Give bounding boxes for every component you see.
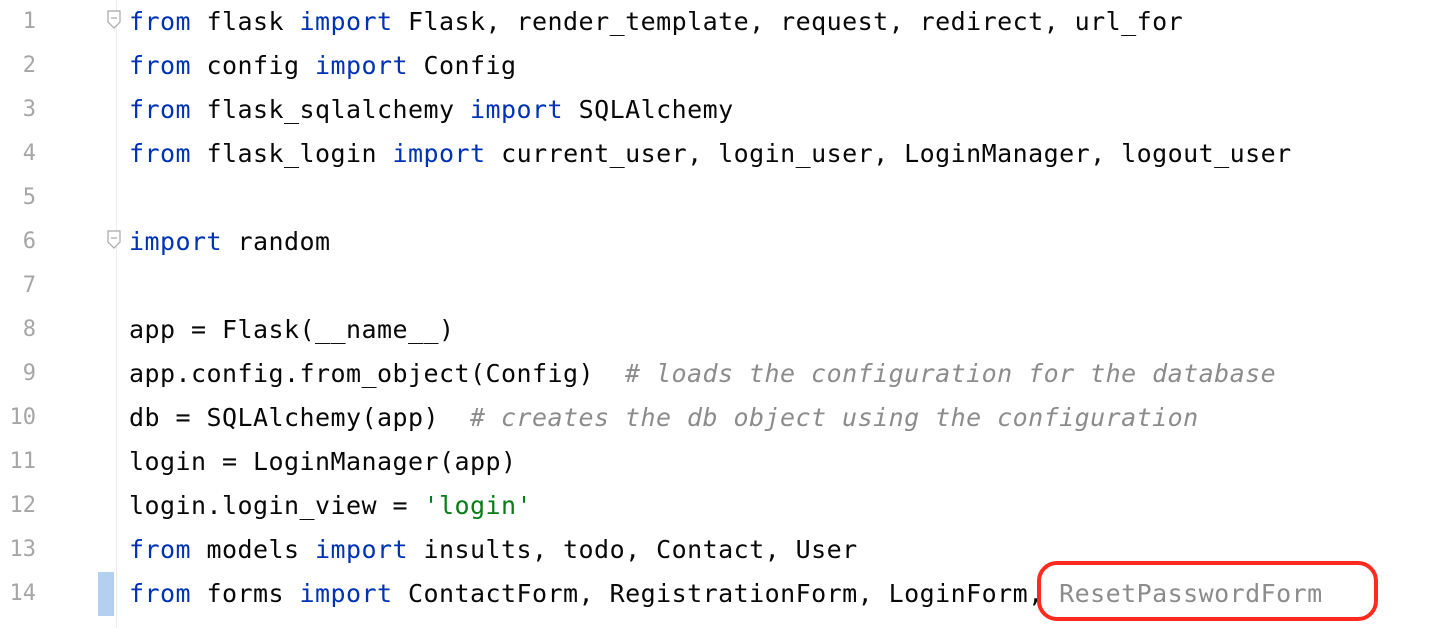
code-line[interactable]: 11 login = LoginManager(app) bbox=[0, 440, 1442, 484]
line-number: 13 bbox=[9, 537, 37, 562]
code-line[interactable]: 4 from flask_login import current_user, l… bbox=[0, 132, 1442, 176]
code-token: app.config.from_object(Config) bbox=[129, 359, 626, 388]
line-number: 11 bbox=[9, 449, 37, 474]
current-line-marker bbox=[98, 572, 114, 616]
code-token: app = Flask(__name__) bbox=[129, 315, 455, 344]
keyword-token: import bbox=[315, 535, 409, 564]
code-token: login.login_view = bbox=[129, 491, 424, 520]
code-token: current_user, login_user, LoginManager, … bbox=[485, 139, 1292, 168]
highlight-annotation-box bbox=[1037, 561, 1378, 621]
fold-icon[interactable] bbox=[107, 230, 121, 250]
line-number: 3 bbox=[22, 97, 36, 122]
line-number: 12 bbox=[9, 493, 37, 518]
keyword-token: from bbox=[129, 7, 192, 36]
code-line[interactable]: 9 app.config.from_object(Config) # loads … bbox=[0, 352, 1442, 396]
code-editor[interactable]: 1 from flask import Flask, render_templat… bbox=[0, 0, 1442, 628]
code-token: forms bbox=[191, 579, 300, 608]
keyword-token: from bbox=[129, 139, 192, 168]
keyword-token: import bbox=[299, 579, 393, 608]
code-token: flask bbox=[191, 7, 300, 36]
code-token: Config bbox=[408, 51, 517, 80]
code-line[interactable]: 8 app = Flask(__name__) bbox=[0, 308, 1442, 352]
code-line[interactable]: 12 login.login_view = 'login' bbox=[0, 484, 1442, 528]
keyword-token: import bbox=[299, 7, 393, 36]
code-line[interactable]: 7 bbox=[0, 264, 1442, 308]
keyword-token: from bbox=[129, 535, 192, 564]
code-token: config bbox=[191, 51, 316, 80]
code-line[interactable]: 10 db = SQLAlchemy(app) # creates the db … bbox=[0, 396, 1442, 440]
code-line[interactable]: 2 from config import Config bbox=[0, 44, 1442, 88]
keyword-token: from bbox=[129, 579, 192, 608]
line-number: 10 bbox=[9, 405, 37, 430]
line-number: 14 bbox=[9, 581, 37, 606]
keyword-token: import bbox=[470, 95, 564, 124]
string-token: 'login' bbox=[423, 491, 533, 520]
code-line[interactable]: 6 import random bbox=[0, 220, 1442, 264]
code-token: ContactForm, RegistrationForm, LoginForm… bbox=[392, 579, 1060, 608]
code-token: db = SQLAlchemy(app) bbox=[129, 403, 471, 432]
code-token: flask_login bbox=[191, 139, 393, 168]
code-line[interactable]: 3 from flask_sqlalchemy import SQLAlchemy bbox=[0, 88, 1442, 132]
code-token: flask_sqlalchemy bbox=[191, 95, 471, 124]
comment-token: # creates the db object using the config… bbox=[470, 403, 1199, 432]
line-number: 1 bbox=[22, 9, 36, 34]
code-text[interactable]: from models import insults, todo, Contac… bbox=[129, 534, 858, 566]
code-line[interactable]: 5 bbox=[0, 176, 1442, 220]
code-text[interactable]: db = SQLAlchemy(app) # creates the db ob… bbox=[129, 402, 1199, 434]
line-number: 9 bbox=[22, 361, 36, 386]
keyword-token: from bbox=[129, 51, 192, 80]
code-text[interactable]: login.login_view = 'login' bbox=[129, 490, 532, 522]
code-token: login = LoginManager(app) bbox=[129, 447, 517, 476]
line-number: 4 bbox=[22, 141, 36, 166]
keyword-token: import bbox=[392, 139, 486, 168]
comment-token: # loads the configuration for the databa… bbox=[625, 359, 1277, 388]
code-text[interactable]: from flask import Flask, render_template… bbox=[129, 6, 1183, 38]
line-number: 5 bbox=[22, 185, 36, 210]
code-text[interactable]: login = LoginManager(app) bbox=[129, 446, 517, 478]
code-text[interactable]: from flask_sqlalchemy import SQLAlchemy bbox=[129, 94, 734, 126]
code-token: models bbox=[191, 535, 316, 564]
keyword-token: import bbox=[315, 51, 409, 80]
code-text[interactable]: app.config.from_object(Config) # loads t… bbox=[129, 358, 1276, 390]
keyword-token: from bbox=[129, 95, 192, 124]
code-token: SQLAlchemy bbox=[563, 95, 734, 124]
keyword-token: import bbox=[129, 227, 223, 256]
line-number: 6 bbox=[22, 229, 36, 254]
code-line[interactable]: 1 from flask import Flask, render_templat… bbox=[0, 0, 1442, 44]
line-number: 8 bbox=[22, 317, 36, 342]
fold-icon[interactable] bbox=[107, 10, 121, 30]
code-text[interactable]: import random bbox=[129, 226, 331, 258]
code-text[interactable]: from config import Config bbox=[129, 50, 517, 82]
code-text[interactable]: app = Flask(__name__) bbox=[129, 314, 455, 346]
line-number: 2 bbox=[22, 53, 36, 78]
code-token: insults, todo, Contact, User bbox=[408, 535, 858, 564]
code-text[interactable]: from flask_login import current_user, lo… bbox=[129, 138, 1292, 170]
code-token: Flask, render_template, request, redirec… bbox=[392, 7, 1184, 36]
code-token: random bbox=[222, 227, 331, 256]
line-number: 7 bbox=[22, 273, 36, 298]
